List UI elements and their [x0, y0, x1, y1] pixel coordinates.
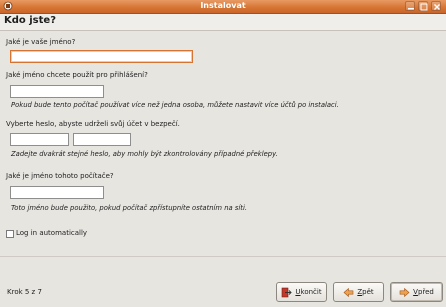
back-rest: pět — [362, 288, 374, 296]
arrow-right-icon — [399, 287, 410, 297]
login-username-input[interactable] — [11, 86, 103, 97]
minimize-button[interactable] — [405, 1, 415, 11]
login-field-wrapper — [10, 85, 104, 98]
password-field-wrapper — [10, 133, 69, 146]
back-button[interactable]: Zpět — [333, 282, 384, 302]
password-input[interactable] — [11, 134, 68, 145]
forward-button[interactable]: Vpřed — [390, 282, 443, 302]
quit-icon — [282, 287, 293, 297]
arrow-left-icon — [343, 287, 354, 297]
quit-rest: končit — [300, 288, 322, 296]
full-name-field-wrapper — [10, 50, 193, 63]
footer-separator — [0, 256, 446, 257]
autologin-checkbox[interactable] — [6, 230, 14, 238]
password-confirm-input[interactable] — [74, 134, 130, 145]
close-window-button[interactable] — [431, 1, 441, 11]
full-name-input[interactable] — [11, 51, 192, 62]
login-hint: Pokud bude tento počítač používat více n… — [11, 101, 339, 109]
autologin-label: Log in automatically — [16, 229, 88, 237]
hostname-hint: Toto jméno bude použito, pokud počítač z… — [11, 204, 247, 212]
maximize-button[interactable] — [418, 1, 428, 11]
page-header: Kdo jste? — [0, 14, 446, 31]
quit-button[interactable]: Ukončit — [276, 282, 327, 302]
hostname-field-wrapper — [10, 186, 104, 199]
close-icon — [434, 4, 440, 10]
window-title: Instalovat — [200, 1, 246, 10]
login-label: Jaké jméno chcete použít pro přihlášení? — [6, 71, 148, 79]
hostname-input[interactable] — [11, 187, 103, 198]
window-titlebar: Instalovat — [0, 0, 446, 14]
minimize-icon — [408, 8, 414, 10]
hostname-label: Jaké je jméno tohoto počítače? — [6, 172, 114, 180]
password-confirm-field-wrapper — [73, 133, 131, 146]
password-hint: Zadejte dvakrát stejné heslo, aby mohly … — [11, 150, 278, 158]
page-title: Kdo jste? — [4, 15, 57, 26]
step-indicator: Krok 5 z 7 — [7, 288, 42, 296]
forward-rest: před — [417, 288, 434, 296]
maximize-icon — [420, 3, 428, 11]
password-label: Vyberte heslo, abyste udrželi svůj účet … — [6, 120, 180, 128]
name-label: Jaké je vaše jméno? — [6, 38, 76, 46]
